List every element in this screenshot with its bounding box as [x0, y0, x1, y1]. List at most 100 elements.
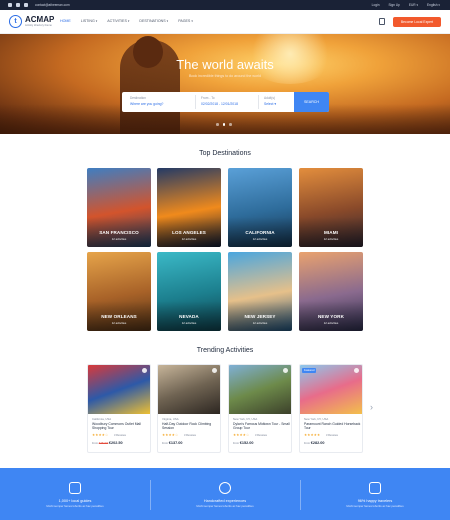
destination-name: LOS ANGELES [172, 230, 206, 235]
review-count: 3 Reviews [114, 434, 126, 437]
rating-stars: ★★★★★ [304, 433, 321, 437]
dates-field[interactable]: From - To 02/02/2018 - 12/01/2018 [201, 96, 238, 106]
nav-item-label: PAGES [178, 19, 191, 23]
destination-name: NEW JERSEY [244, 314, 276, 319]
nav-item-label: LISTING [80, 19, 95, 23]
contact-email[interactable]: contact@atheeman.com [35, 3, 70, 7]
handcrafted-badge-icon [219, 482, 231, 494]
brand-name: ACMAP [25, 15, 55, 24]
activity-title[interactable]: Woodbury Commons Outlet Mall Shopping To… [92, 422, 149, 431]
heart-icon[interactable] [283, 368, 288, 373]
slider-dot[interactable] [222, 123, 225, 126]
nav-item-pages[interactable]: PAGES▾ [178, 19, 193, 23]
language-select[interactable]: English ▾ [427, 3, 440, 7]
search-button[interactable]: SEARCH [294, 92, 329, 112]
login-link[interactable]: Login [372, 3, 380, 7]
destination-name: CALIFORNIA [245, 230, 275, 235]
activity-title[interactable]: Half-Day Outdoor Rock Climbing Session [162, 422, 219, 431]
destination-name: MIAMI [323, 230, 339, 235]
current-price: €152.00 [239, 441, 254, 445]
destination-count: 12 activities [181, 321, 197, 325]
destination-card[interactable]: NEW YORK 12 activities [299, 252, 363, 331]
nav-item-label: HOME [60, 19, 71, 23]
activity-photo [88, 365, 150, 414]
feature-title: 96% happy travelers [357, 499, 393, 503]
heart-icon[interactable] [354, 368, 359, 373]
destination-input[interactable]: Where are you going? [130, 102, 163, 106]
rating-stars: ★★★★☆ [233, 433, 250, 437]
main-nav: HOME LISTING▾ ACTIVITIES▾ DESTINATIONS▾ PAGE… [60, 19, 193, 23]
review-count: 3 Reviews [326, 434, 338, 437]
destination-name: NEW ORLEANS [101, 314, 137, 319]
heart-icon[interactable] [212, 368, 217, 373]
price-from-label: From [92, 442, 99, 445]
destination-count: 12 activities [111, 321, 127, 325]
site-header: t ACMAP Activity directory theme HOME LIS… [0, 10, 450, 34]
chevron-down-icon: ▾ [166, 19, 169, 23]
trending-activities-title: Trending Activities [196, 347, 254, 354]
social-links [8, 2, 28, 7]
currency-select[interactable]: EUR ▾ [409, 3, 418, 7]
top-bar: contact@atheeman.com Login Sign Up EUR ▾… [0, 0, 450, 10]
activity-card[interactable]: Featured New York, NY, USA Paramount Ranch… [299, 364, 363, 453]
nav-item-home[interactable]: HOME [60, 19, 71, 23]
google-plus-icon[interactable] [24, 2, 28, 7]
become-local-expert-button[interactable]: Become Local Expert [393, 17, 441, 27]
destination-card[interactable]: CALIFORNIA 12 activities [228, 168, 292, 247]
slider-dot[interactable] [229, 123, 232, 126]
twitter-icon[interactable] [8, 2, 12, 7]
destination-field[interactable]: Destination Where are you going? [130, 96, 163, 106]
nav-item-label: ACTIVITIES [107, 19, 127, 23]
price-from-label: From [304, 442, 311, 445]
search-divider [258, 95, 259, 109]
facebook-icon[interactable] [16, 2, 20, 7]
hero-subtitle: Book incredible things to do around the … [189, 74, 261, 78]
activity-card[interactable]: New York, NY, USA Dylan's Famous Midtown … [228, 364, 292, 453]
destination-card[interactable]: NEVADA 12 activities [157, 252, 221, 331]
adults-select[interactable]: Select ▾ [264, 102, 276, 106]
hero-slider-dots [216, 123, 232, 126]
feature-divider [300, 480, 301, 510]
destination-card[interactable]: NEW JERSEY 12 activities [228, 252, 292, 331]
chevron-down-icon: ▾ [127, 19, 130, 23]
signup-link[interactable]: Sign Up [388, 3, 399, 7]
destination-card[interactable]: NEW ORLEANS 12 activities [87, 252, 151, 331]
nav-item-label: DESTINATIONS [139, 19, 166, 23]
destination-card[interactable]: MIAMI 12 activities [299, 168, 363, 247]
activity-title[interactable]: Paramount Ranch Guided Horseback Tour [304, 422, 361, 431]
old-price: €282.50 [98, 442, 109, 445]
search-form: Destination Where are you going? From - … [122, 92, 329, 112]
activity-price: From €282.50 €202.50 [92, 441, 123, 445]
heart-icon[interactable] [142, 368, 147, 373]
dates-input[interactable]: 02/02/2018 - 12/01/2018 [201, 102, 238, 106]
logo[interactable]: t ACMAP Activity directory theme [9, 15, 54, 28]
nav-item-destinations[interactable]: DESTINATIONS▾ [139, 19, 168, 23]
feature-description: Morbi semper fames lobortis ac hac penat… [46, 504, 104, 508]
destination-label: Destination [130, 96, 146, 100]
nav-item-activities[interactable]: ACTIVITIES▾ [107, 19, 129, 23]
destination-count: 12 activities [323, 321, 339, 325]
chevron-down-icon: ▾ [191, 19, 193, 23]
activity-title[interactable]: Dylan's Famous Midtown Tour - Small Grou… [233, 422, 290, 431]
activity-card[interactable]: Virginia, USA Half-Day Outdoor Rock Climb… [157, 364, 221, 453]
happy-traveler-icon [369, 482, 381, 494]
current-price: €202.50 [108, 441, 123, 445]
cart-icon[interactable] [379, 18, 385, 25]
slider-dot[interactable] [216, 123, 219, 126]
destination-count: 12 activities [181, 237, 197, 241]
destination-name: NEW YORK [318, 314, 344, 319]
activity-location: New York, NY, USA [233, 417, 258, 421]
adults-field[interactable]: Adult(s) Select ▾ [264, 96, 276, 106]
activity-price: From €282.00 [304, 441, 325, 445]
current-price: €137.00 [168, 441, 183, 445]
activity-card[interactable]: California, USA Woodbury Commons Outlet M… [87, 364, 151, 453]
current-price: €282.00 [310, 441, 325, 445]
top-bar-links: Login Sign Up EUR ▾ English ▾ [372, 3, 440, 7]
feature-title: 1,000+ local guides [58, 499, 92, 503]
nav-item-listing[interactable]: LISTING▾ [81, 19, 98, 23]
rating-stars: ★★★★☆ [162, 433, 179, 437]
activity-location: Virginia, USA [162, 417, 179, 421]
carousel-next-arrow-icon[interactable]: › [370, 402, 373, 412]
destination-card[interactable]: LOS ANGELES 12 activities [157, 168, 221, 247]
destination-card[interactable]: SAN FRANCISCO 12 activities [87, 168, 151, 247]
